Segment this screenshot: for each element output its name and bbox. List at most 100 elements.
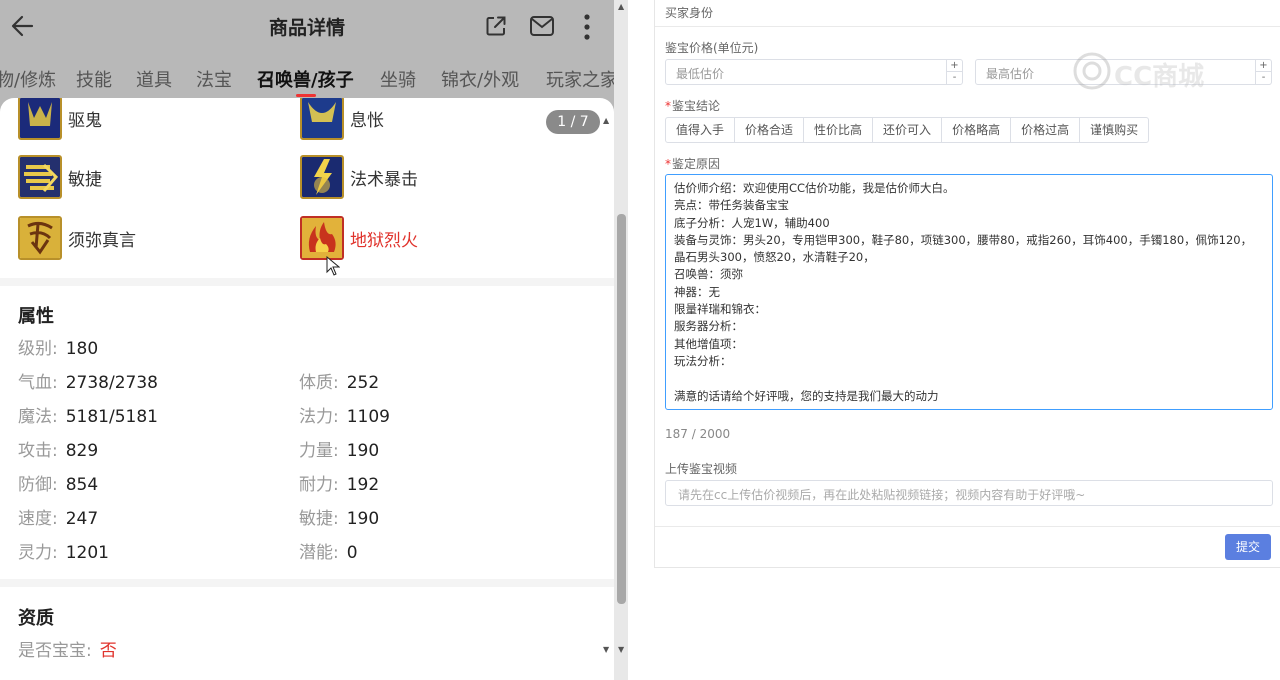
skill-label: 地狱烈火 — [350, 231, 418, 251]
hellfire-skill-icon — [300, 216, 344, 260]
skill-item[interactable]: 驱鬼 — [18, 98, 258, 140]
tab-magic-treasure[interactable]: 法宝 — [196, 66, 232, 92]
min-price-stepper[interactable]: + - — [946, 60, 962, 84]
reason-line: 玩法分析： — [674, 353, 732, 368]
min-price-placeholder: 最低估价 — [676, 67, 725, 81]
price-label: 鉴宝价格(单位元) — [665, 41, 759, 55]
scroll-up-arrow-icon[interactable]: ▲ — [618, 2, 624, 11]
reason-label: *鉴定原因 — [665, 157, 721, 171]
mouse-cursor-icon — [326, 256, 340, 276]
detail-card: 1 / 7 驱鬼 息怅 敏捷 法术暴击 须弥真言 地狱烈火 属性 级别: 180… — [0, 98, 614, 680]
page-title: 商品详情 — [268, 17, 345, 39]
divider — [655, 26, 1280, 27]
video-link-input[interactable]: 请先在cc上传估价视频后，再在此处粘贴视频链接；视频内容有助于好评哦~ — [665, 480, 1273, 506]
skill-label: 驱鬼 — [68, 111, 102, 131]
attr-speed: 速度: 247 — [18, 509, 99, 529]
attr-agility: 敏捷: 190 — [299, 509, 380, 529]
conclusion-option[interactable]: 价格过高 — [1010, 117, 1081, 143]
reason-line: 召唤兽：须弥 — [674, 267, 743, 282]
inner-scroll-down-arrow-icon[interactable]: ▼ — [603, 645, 609, 654]
inner-scroll-up-arrow-icon[interactable]: ▲ — [603, 116, 609, 125]
tab-pet-cultivation[interactable]: 物/修炼 — [0, 66, 56, 92]
skill-label: 敏捷 — [68, 170, 102, 190]
decrement-icon[interactable]: - — [1256, 72, 1271, 84]
scrollbar-thumb[interactable] — [617, 214, 626, 604]
reason-line: 限量祥瑞和锦衣： — [674, 302, 766, 317]
skill-item[interactable]: 息怅 — [300, 98, 540, 140]
reason-line — [674, 370, 1264, 387]
reason-line: 估价师介绍：欢迎使用CC估价功能，我是估价师大白。 — [674, 181, 955, 195]
reason-line: 其他增值项： — [674, 336, 743, 351]
mail-icon[interactable] — [529, 15, 555, 37]
attr-magic-power: 法力: 1109 — [299, 407, 390, 427]
reason-line: 亮点：带任务装备宝宝 — [674, 198, 789, 213]
attr-potential: 潜能: 0 — [299, 543, 358, 563]
reason-line: 服务器分析： — [674, 319, 743, 334]
skill-label: 须弥真言 — [68, 231, 136, 251]
more-options-icon[interactable] — [578, 12, 596, 42]
max-price-stepper[interactable]: + - — [1255, 60, 1271, 84]
watermark-logo: CC商城 — [1072, 52, 1204, 92]
attr-attack: 攻击: 829 — [18, 441, 99, 461]
decrement-icon[interactable]: - — [947, 72, 962, 84]
agility-skill-icon — [18, 155, 62, 199]
watermark-text: CC商城 — [1114, 62, 1205, 92]
ghost-skill-icon — [18, 98, 62, 140]
phone-panel: 商品详情 物/修炼 技能 道具 法宝 召唤兽/孩子 坐骑 锦衣/外观 玩家之家 … — [0, 0, 628, 680]
reason-line: 满意的话请给个好评哦，您的支持是我们最大的动力 — [674, 388, 939, 403]
skill-item[interactable]: 法术暴击 — [300, 155, 540, 199]
tab-skills[interactable]: 技能 — [76, 66, 112, 92]
divider — [655, 526, 1280, 527]
conclusion-option[interactable]: 谨慎购买 — [1079, 117, 1150, 143]
attr-strength: 力量: 190 — [299, 441, 380, 461]
max-price-placeholder: 最高估价 — [986, 67, 1035, 81]
page-indicator: 1 / 7 — [546, 110, 600, 134]
conclusion-option[interactable]: 性价比高 — [803, 117, 874, 143]
spell-crit-skill-icon — [300, 155, 344, 199]
video-link-placeholder: 请先在cc上传估价视频后，再在此处粘贴视频链接；视频内容有助于好评哦~ — [678, 488, 1086, 502]
conclusion-option[interactable]: 值得入手 — [665, 117, 736, 143]
tab-player-home[interactable]: 玩家之家 — [546, 66, 614, 92]
attr-hp: 气血: 2738/2738 — [18, 373, 158, 393]
attributes-title: 属性 — [18, 306, 54, 327]
share-icon[interactable] — [484, 14, 508, 38]
skill-item[interactable]: 须弥真言 — [18, 216, 258, 260]
attr-constitution: 体质: 252 — [299, 373, 380, 393]
min-price-input[interactable]: 最低估价 + - — [665, 59, 963, 85]
tab-summon-beast[interactable]: 召唤兽/孩子 — [257, 66, 354, 92]
attr-endurance: 耐力: 192 — [299, 475, 380, 495]
skill-item[interactable]: 敏捷 — [18, 155, 258, 199]
section-divider — [0, 579, 614, 587]
increment-icon[interactable]: + — [1256, 60, 1271, 72]
reason-line: 装备与灵饰：男头20，专用铠甲300，鞋子80，项链300，腰带80，戒指260… — [674, 232, 1253, 247]
section-divider — [0, 278, 614, 286]
header-bar: 商品详情 — [0, 0, 614, 52]
skill-label: 法术暴击 — [350, 170, 418, 190]
skill-item[interactable]: 地狱烈火 — [300, 216, 540, 260]
attr-spirit: 灵力: 1201 — [18, 543, 109, 563]
reason-line: 神器：无 — [674, 284, 720, 299]
tab-items[interactable]: 道具 — [136, 66, 172, 92]
conclusion-option[interactable]: 价格略高 — [941, 117, 1012, 143]
increment-icon[interactable]: + — [947, 60, 962, 72]
attr-is-baby: 是否宝宝: 否 — [18, 641, 117, 661]
category-tabs: 物/修炼 技能 道具 法宝 召唤兽/孩子 坐骑 锦衣/外观 玩家之家 — [0, 66, 614, 96]
char-counter: 187 / 2000 — [665, 427, 731, 441]
tab-mount[interactable]: 坐骑 — [380, 66, 416, 92]
buyer-identity-label: 买家身份 — [665, 6, 714, 20]
rest-skill-icon — [300, 98, 344, 140]
conclusion-option[interactable]: 还价可入 — [872, 117, 943, 143]
conclusion-label: *鉴宝结论 — [665, 99, 721, 113]
conclusion-options: 值得入手 价格合适 性价比高 还价可入 价格略高 价格过高 谨慎购买 — [665, 117, 1150, 143]
conclusion-option[interactable]: 价格合适 — [734, 117, 805, 143]
reason-line: 晶石男头300，愤怒20，水清鞋子20， — [674, 250, 875, 265]
reason-textarea[interactable]: 估价师介绍：欢迎使用CC估价功能，我是估价师大白。 亮点：带任务装备宝宝 底子分… — [665, 174, 1273, 410]
tab-outfit[interactable]: 锦衣/外观 — [441, 66, 519, 92]
scroll-down-arrow-icon[interactable]: ▼ — [618, 645, 624, 654]
sumeru-skill-icon — [18, 216, 62, 260]
attr-defense: 防御: 854 — [18, 475, 99, 495]
submit-button[interactable]: 提交 — [1225, 534, 1271, 560]
reason-line: 底子分析：人宠1W，辅助400 — [674, 215, 830, 230]
attr-mp: 魔法: 5181/5181 — [18, 407, 158, 427]
aptitude-title: 资质 — [18, 608, 54, 629]
